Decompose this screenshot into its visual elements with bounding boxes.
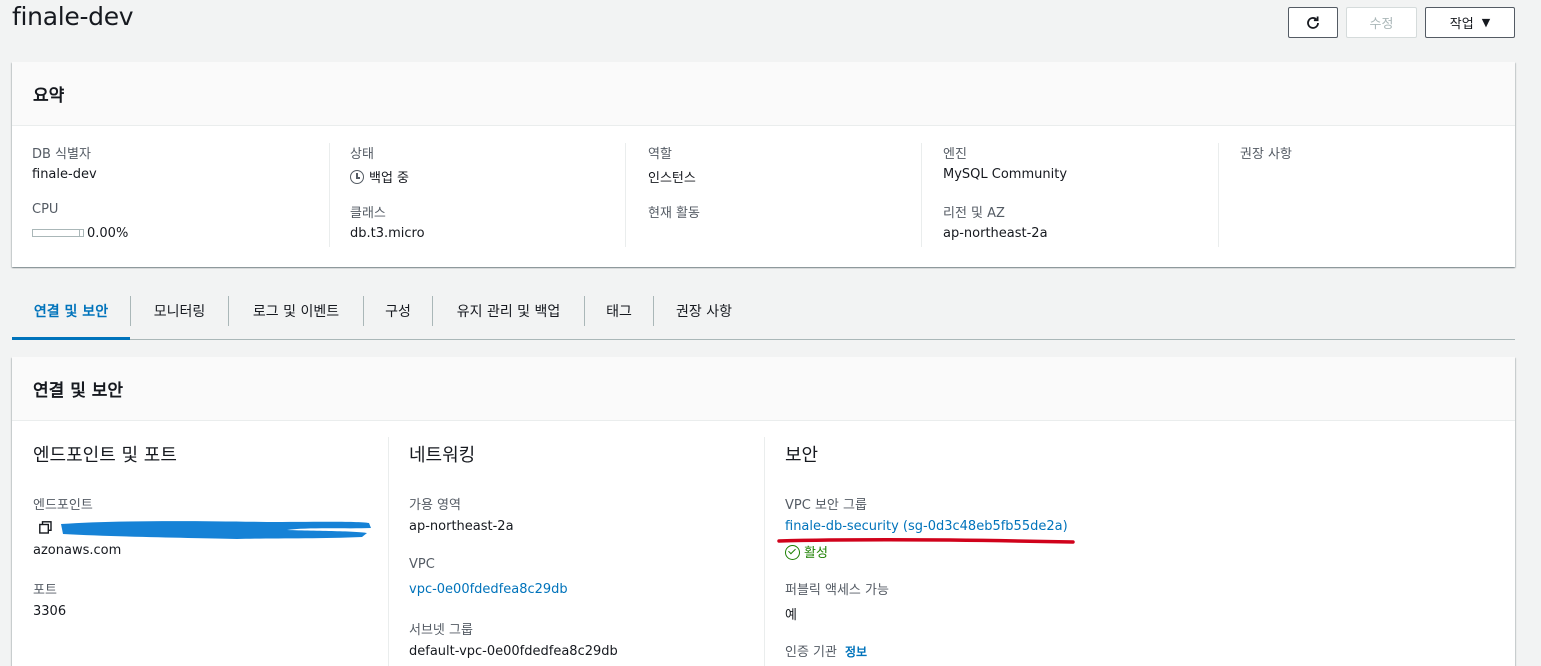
edit-button[interactable]: 수정 xyxy=(1346,7,1417,38)
refresh-button[interactable] xyxy=(1288,7,1338,38)
refresh-icon xyxy=(1307,16,1319,29)
region-label: 리전 및 AZ xyxy=(943,206,1005,221)
cpu-label: CPU xyxy=(32,202,59,217)
endpoint-value: azonaws.com xyxy=(33,543,122,558)
check-circle-icon xyxy=(785,545,800,560)
vpc-label: VPC xyxy=(409,557,435,572)
certificate-authority-label: 인증 기관 xyxy=(785,645,837,660)
tab-configuration[interactable]: 구성 xyxy=(364,283,432,339)
class-value: db.t3.micro xyxy=(350,226,425,241)
db-identifier-value: finale-dev xyxy=(32,167,97,182)
endpoint-section-title: 엔드포인트 및 포트 xyxy=(33,445,177,466)
endpoint-section: 엔드포인트 및 포트 엔드포인트 azonaws.com 포트 3306 xyxy=(33,437,388,666)
cpu-value: 0.00% xyxy=(87,226,129,241)
status-value: 백업 중 xyxy=(369,171,410,186)
current-activity-label: 현재 활동 xyxy=(648,206,700,221)
summary-panel: 요약 DB 식별자 finale-dev CPU 0.00% 상태 백업 중 클… xyxy=(12,62,1515,267)
vpc-security-group-label: VPC 보안 그룹 xyxy=(785,498,867,513)
tab-connectivity[interactable]: 연결 및 보안 xyxy=(12,283,130,340)
db-identifier-label: DB 식별자 xyxy=(32,147,91,162)
status-value-row: 백업 중 xyxy=(350,167,409,186)
summary-col-recommendations: 권장 사항 xyxy=(1218,143,1498,247)
vpc-link[interactable]: vpc-0e00fdedfea8c29db xyxy=(409,582,568,597)
networking-section-title: 네트워킹 xyxy=(409,445,476,466)
summary-col-status: 상태 백업 중 클래스 db.t3.micro xyxy=(329,143,625,247)
role-value: 인스턴스 xyxy=(648,171,696,186)
tab-logs-events[interactable]: 로그 및 이벤트 xyxy=(229,283,363,339)
summary-col-identifier: DB 식별자 finale-dev CPU 0.00% xyxy=(32,143,328,247)
summary-col-engine: 엔진 MySQL Community 리전 및 AZ ap-northeast-… xyxy=(921,143,1217,247)
status-label: 상태 xyxy=(350,147,374,162)
recommendations-label: 권장 사항 xyxy=(1240,147,1292,162)
az-value: ap-northeast-2a xyxy=(409,519,514,534)
summary-title: 요약 xyxy=(33,86,65,106)
security-section: 보안 VPC 보안 그룹 finale-db-security (sg-0d3c… xyxy=(764,437,1504,666)
tab-monitoring[interactable]: 모니터링 xyxy=(131,283,228,339)
info-link[interactable]: 정보 xyxy=(845,645,867,659)
subnet-group-label: 서브넷 그룹 xyxy=(409,623,473,638)
summary-header: 요약 xyxy=(12,62,1515,126)
ca-label-row: 인증 기관 정보 xyxy=(785,641,867,660)
az-label: 가용 영역 xyxy=(409,498,461,513)
page-title: finale-dev xyxy=(12,2,134,31)
security-section-title: 보안 xyxy=(785,445,819,466)
role-label: 역할 xyxy=(648,147,672,162)
tab-tags[interactable]: 태그 xyxy=(585,283,653,339)
connectivity-panel: 연결 및 보안 엔드포인트 및 포트 엔드포인트 azonaws.com 포트 … xyxy=(12,357,1515,666)
security-group-status-text: 활성 xyxy=(804,546,828,561)
security-group-link[interactable]: finale-db-security (sg-0d3c48eb5fb55de2a… xyxy=(785,519,1068,534)
redacted-endpoint xyxy=(61,521,371,539)
endpoint-label: 엔드포인트 xyxy=(33,498,93,513)
port-value: 3306 xyxy=(33,604,67,619)
networking-section: 네트워킹 가용 영역 ap-northeast-2a VPC vpc-0e00f… xyxy=(388,437,764,666)
connectivity-header: 연결 및 보안 xyxy=(12,357,1515,421)
cpu-progress-bar xyxy=(32,229,84,237)
engine-value: MySQL Community xyxy=(943,167,1068,182)
copy-icon[interactable] xyxy=(39,521,52,534)
tab-maintenance-backup[interactable]: 유지 관리 및 백업 xyxy=(433,283,584,339)
detail-tabs: 연결 및 보안 모니터링 로그 및 이벤트 구성 유지 관리 및 백업 태그 권… xyxy=(12,283,1515,340)
actions-label: 작업 xyxy=(1449,17,1474,32)
public-access-label: 퍼블릭 액세스 가능 xyxy=(785,583,889,598)
engine-label: 엔진 xyxy=(943,147,967,162)
subnet-group-value: default-vpc-0e00fdedfea8c29db xyxy=(409,644,618,659)
region-value: ap-northeast-2a xyxy=(943,226,1048,241)
tab-recommendations[interactable]: 권장 사항 xyxy=(654,283,754,339)
port-label: 포트 xyxy=(33,583,57,598)
caret-down-icon: ▼ xyxy=(1481,16,1491,29)
clock-icon xyxy=(350,170,364,184)
connectivity-title: 연결 및 보안 xyxy=(33,381,124,401)
summary-columns: DB 식별자 finale-dev CPU 0.00% 상태 백업 중 클래스 … xyxy=(12,126,1515,267)
class-label: 클래스 xyxy=(350,206,386,221)
public-access-value: 예 xyxy=(785,608,797,623)
security-group-status: 활성 xyxy=(785,542,828,561)
page-header: finale-dev 수정 작업 ▼ xyxy=(0,0,1541,58)
cpu-value-row: 0.00% xyxy=(32,226,128,241)
summary-col-role: 역할 인스턴스 현재 활동 xyxy=(625,143,921,247)
actions-dropdown[interactable]: 작업 ▼ xyxy=(1425,7,1515,38)
